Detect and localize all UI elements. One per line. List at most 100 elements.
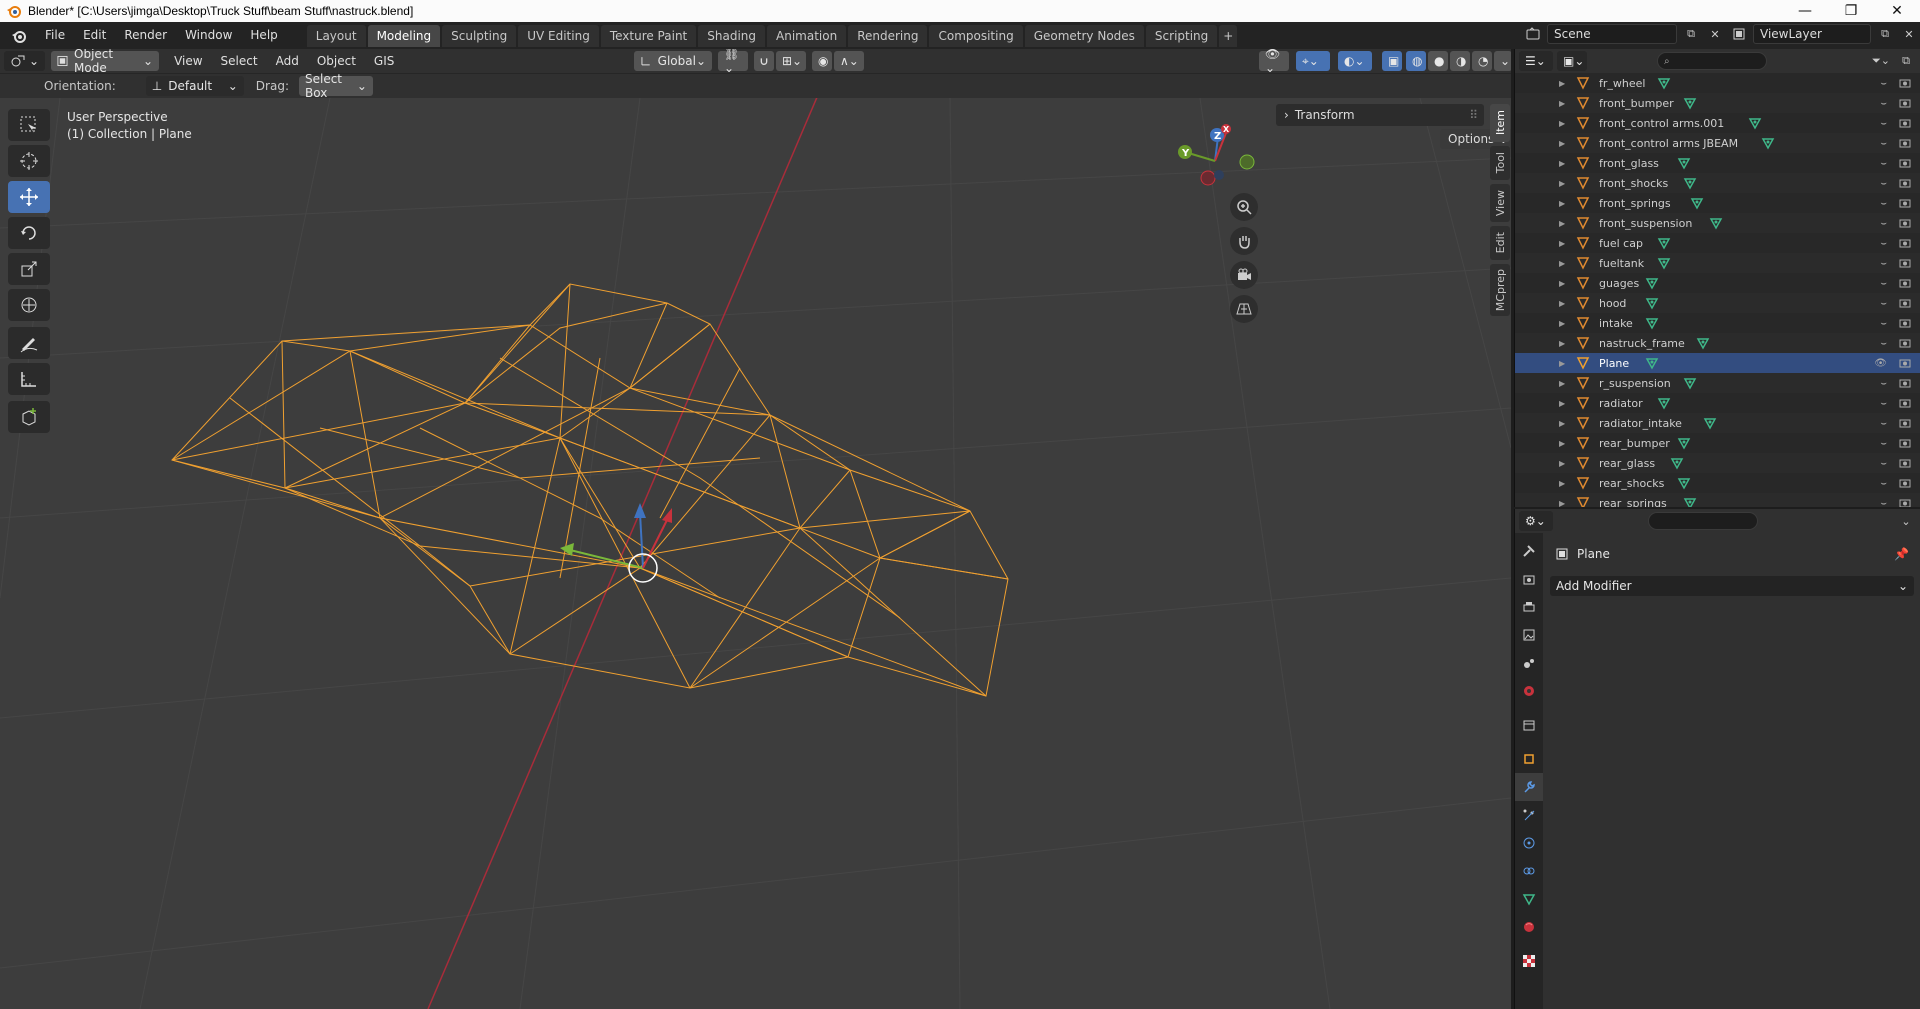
outliner-item[interactable]: ▶ guages ⌣ bbox=[1515, 273, 1920, 293]
outliner-editor-type-button[interactable]: ☰⌄ bbox=[1519, 51, 1553, 71]
expand-arrow-icon[interactable]: ▶ bbox=[1559, 479, 1565, 488]
scene-icon[interactable] bbox=[1523, 24, 1543, 44]
annotate-tool[interactable] bbox=[8, 327, 50, 359]
tab-render-properties[interactable] bbox=[1515, 565, 1543, 593]
shading-options-button[interactable]: ⌄ bbox=[1494, 51, 1511, 71]
expand-arrow-icon[interactable]: ▶ bbox=[1559, 399, 1565, 408]
menu-help[interactable]: Help bbox=[241, 22, 286, 49]
outliner-item-label[interactable]: rear_shocks bbox=[1599, 477, 1664, 490]
tab-data-properties[interactable] bbox=[1515, 885, 1543, 913]
menu-view[interactable]: View bbox=[165, 54, 211, 68]
outliner-item-label[interactable]: r_suspension bbox=[1599, 377, 1671, 390]
mode-selector[interactable]: Object Mode ⌄ bbox=[51, 49, 160, 75]
expand-arrow-icon[interactable]: ▶ bbox=[1559, 319, 1565, 328]
new-collection-icon[interactable]: ⧉ bbox=[1896, 51, 1916, 71]
mesh-data-icon[interactable] bbox=[1683, 96, 1697, 110]
tab-modeling[interactable]: Modeling bbox=[367, 24, 441, 47]
camera-render-icon[interactable] bbox=[1899, 377, 1911, 389]
expand-arrow-icon[interactable]: ▶ bbox=[1559, 219, 1565, 228]
expand-arrow-icon[interactable]: ▶ bbox=[1559, 339, 1565, 348]
tab-geometry-nodes[interactable]: Geometry Nodes bbox=[1024, 24, 1144, 47]
mesh-data-icon[interactable] bbox=[1670, 456, 1684, 470]
outliner-item-label[interactable]: nastruck_frame bbox=[1599, 337, 1685, 350]
editor-type-button[interactable]: ⌄ bbox=[4, 51, 46, 71]
tab-texture-paint[interactable]: Texture Paint bbox=[600, 24, 697, 47]
visibility-button[interactable]: 👁⌄ bbox=[1259, 49, 1289, 75]
mesh-data-icon[interactable] bbox=[1677, 436, 1691, 450]
visibility-toggle-icon[interactable]: ⌣ bbox=[1880, 298, 1887, 309]
outliner-item[interactable]: ▶ front_suspension ⌣ bbox=[1515, 213, 1920, 233]
visibility-toggle-icon[interactable]: ⌣ bbox=[1880, 498, 1887, 508]
visibility-toggle-icon[interactable]: ⌣ bbox=[1880, 198, 1887, 209]
select-box-tool[interactable] bbox=[8, 109, 50, 141]
outliner-item[interactable]: ▶ radiator ⌣ bbox=[1515, 393, 1920, 413]
expand-arrow-icon[interactable]: ▶ bbox=[1559, 439, 1565, 448]
camera-render-icon[interactable] bbox=[1899, 137, 1911, 149]
outliner-item[interactable]: ▶ rear_glass ⌣ bbox=[1515, 453, 1920, 473]
expand-arrow-icon[interactable]: ▶ bbox=[1559, 419, 1565, 428]
outliner-item[interactable]: ▶ r_suspension ⌣ bbox=[1515, 373, 1920, 393]
camera-render-icon[interactable] bbox=[1899, 337, 1911, 349]
tab-particle-properties[interactable] bbox=[1515, 801, 1543, 829]
outliner-item-label[interactable]: Plane bbox=[1599, 357, 1629, 370]
outliner-item-label[interactable]: front_springs bbox=[1599, 197, 1671, 210]
pivot-point-button[interactable]: ⛓⌄ bbox=[718, 49, 748, 75]
outliner-item[interactable]: ▶ fuel cap ⌣ bbox=[1515, 233, 1920, 253]
navigation-gizmo[interactable]: Z X Y bbox=[1175, 119, 1265, 199]
outliner-item[interactable]: ▶ front_springs ⌣ bbox=[1515, 193, 1920, 213]
visibility-toggle-icon[interactable]: ⌣ bbox=[1880, 78, 1887, 89]
visibility-toggle-icon[interactable]: ⌣ bbox=[1880, 378, 1887, 389]
overlay-toggle-button[interactable]: ◐⌄ bbox=[1338, 51, 1372, 71]
xray-toggle-button[interactable]: ▣ bbox=[1382, 51, 1402, 71]
tab-tool-properties[interactable] bbox=[1515, 537, 1543, 565]
outliner-item[interactable]: ▶ fueltank ⌣ bbox=[1515, 253, 1920, 273]
menu-render[interactable]: Render bbox=[115, 22, 176, 49]
eye-icon[interactable]: 👁 bbox=[1874, 358, 1887, 369]
rotate-tool[interactable] bbox=[8, 217, 50, 249]
mesh-data-icon[interactable] bbox=[1645, 296, 1659, 310]
delete-scene-icon[interactable]: ✕ bbox=[1705, 24, 1725, 44]
visibility-toggle-icon[interactable]: ⌣ bbox=[1880, 398, 1887, 409]
camera-render-icon[interactable] bbox=[1899, 237, 1911, 249]
outliner-item[interactable]: ▶ rear_shocks ⌣ bbox=[1515, 473, 1920, 493]
expand-arrow-icon[interactable]: ▶ bbox=[1559, 79, 1565, 88]
visibility-toggle-icon[interactable]: ⌣ bbox=[1880, 278, 1887, 289]
camera-render-icon[interactable] bbox=[1899, 477, 1911, 489]
outliner-item-label[interactable]: fr_wheel bbox=[1599, 77, 1645, 90]
outliner-item-label[interactable]: rear_bumper bbox=[1599, 437, 1670, 450]
outliner-item[interactable]: ▶ front_control arms JBEAM ⌣ bbox=[1515, 133, 1920, 153]
outliner-item[interactable]: ▶ Plane 👁 bbox=[1515, 353, 1920, 373]
transform-panel-header[interactable]: › Transform ⠿ bbox=[1276, 104, 1484, 126]
visibility-toggle-icon[interactable]: ⌣ bbox=[1880, 138, 1887, 149]
mesh-data-icon[interactable] bbox=[1677, 156, 1691, 170]
menu-edit[interactable]: Edit bbox=[74, 22, 115, 49]
outliner-item[interactable]: ▶ intake ⌣ bbox=[1515, 313, 1920, 333]
camera-render-icon[interactable] bbox=[1899, 157, 1911, 169]
outliner-item-label[interactable]: front_control arms JBEAM bbox=[1599, 137, 1738, 150]
drag-dropdown[interactable]: Select Box ⌄ bbox=[298, 72, 373, 100]
visibility-toggle-icon[interactable]: ⌣ bbox=[1880, 458, 1887, 469]
menu-gis[interactable]: GIS bbox=[365, 54, 403, 68]
outliner-search-input[interactable]: ⌕ bbox=[1657, 52, 1767, 70]
camera-render-icon[interactable] bbox=[1899, 97, 1911, 109]
visibility-toggle-icon[interactable]: ⌣ bbox=[1880, 418, 1887, 429]
outliner-item[interactable]: ▶ nastruck_frame ⌣ bbox=[1515, 333, 1920, 353]
zoom-button[interactable] bbox=[1230, 193, 1258, 221]
outliner-item-label[interactable]: front_suspension bbox=[1599, 217, 1692, 230]
shading-rendered-button[interactable]: ◔ bbox=[1472, 51, 1492, 71]
outliner-item[interactable]: ▶ rear_bumper ⌣ bbox=[1515, 433, 1920, 453]
mesh-data-icon[interactable] bbox=[1761, 136, 1775, 150]
outliner-item-label[interactable]: intake bbox=[1599, 317, 1633, 330]
tab-uv-editing[interactable]: UV Editing bbox=[518, 24, 599, 47]
outliner-item-label[interactable]: radiator_intake bbox=[1599, 417, 1682, 430]
mesh-data-icon[interactable] bbox=[1657, 396, 1671, 410]
visibility-toggle-icon[interactable]: ⌣ bbox=[1880, 238, 1887, 249]
sidebar-tab-item[interactable]: Item bbox=[1490, 104, 1510, 142]
visibility-toggle-icon[interactable]: ⌣ bbox=[1880, 98, 1887, 109]
new-scene-icon[interactable]: ⧉ bbox=[1681, 24, 1701, 44]
outliner-item[interactable]: ▶ fr_wheel ⌣ bbox=[1515, 73, 1920, 93]
outliner-item[interactable]: ▶ front_glass ⌣ bbox=[1515, 153, 1920, 173]
blender-menu-icon[interactable] bbox=[8, 25, 30, 47]
tab-material-properties[interactable] bbox=[1515, 913, 1543, 941]
close-button[interactable]: ✕ bbox=[1874, 0, 1920, 22]
